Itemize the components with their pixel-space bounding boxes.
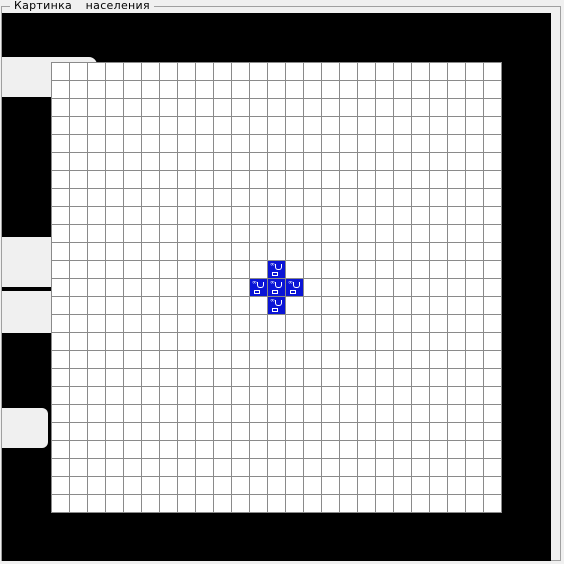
creature-body-icon: [275, 300, 282, 306]
population-cell[interactable]: ∞: [286, 279, 303, 296]
creature-base-icon: [254, 290, 260, 294]
groupbox-title: Картинка населения: [10, 0, 154, 12]
side-panel-bottom: [2, 408, 48, 448]
creature-body-icon: [275, 282, 282, 288]
creature-base-icon: [272, 290, 278, 294]
side-panel-middle-upper: [2, 237, 51, 287]
population-cell[interactable]: ∞: [268, 297, 285, 314]
population-cell[interactable]: ∞: [268, 261, 285, 278]
creature-base-icon: [290, 290, 296, 294]
population-cell[interactable]: ∞: [250, 279, 267, 296]
creature-body-icon: [275, 264, 282, 270]
creature-base-icon: [272, 308, 278, 312]
creature-body-icon: [257, 282, 264, 288]
population-cell[interactable]: ∞: [268, 279, 285, 296]
population-grid[interactable]: ∞ ∞ ∞ ∞ ∞: [51, 62, 502, 513]
side-panel-middle-lower: [2, 291, 51, 333]
creature-base-icon: [272, 272, 278, 276]
creature-body-icon: [293, 282, 300, 288]
